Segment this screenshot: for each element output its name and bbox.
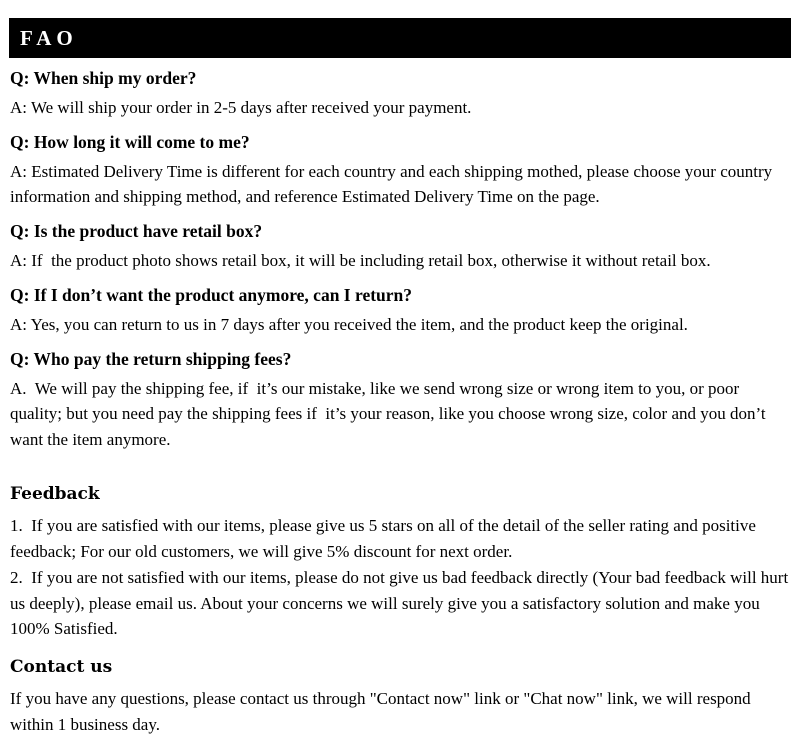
faq-question: Q: Is the product have retail box? (10, 221, 263, 242)
feedback-heading: Feedback (10, 484, 100, 505)
feedback-paragraph: 2. If you are not satisfied with our ite… (10, 567, 793, 639)
faq-question: Q: How long it will come to me? (10, 131, 250, 152)
faq-answer: A: If the product photo shows retail box… (10, 251, 711, 271)
contact-paragraph: If you have any questions, please contac… (10, 689, 755, 735)
faq-item: Q: How long it will come to me? A: Estim… (10, 130, 790, 211)
contact-heading: Contact us (10, 657, 113, 678)
feedback-paragraph: 1. If you are satisfied with our items, … (10, 516, 761, 561)
contact-section: Contact us If you have any questions, pl… (10, 656, 790, 738)
faq-content: Q: When ship my order? A: We will ship y… (0, 66, 800, 738)
faq-page: FAO Q: When ship my order? A: We will sh… (0, 0, 800, 734)
faq-answer: A. We will pay the shipping fee, if it’s… (10, 378, 770, 450)
faq-header-bar: FAO (9, 18, 791, 58)
faq-answer: A: We will ship your order in 2-5 days a… (10, 97, 472, 117)
faq-answer: A: Yes, you can return to us in 7 days a… (10, 314, 688, 334)
feedback-section: Feedback 1. If you are satisfied with ou… (10, 483, 790, 642)
faq-question: Q: Who pay the return shipping fees? (10, 348, 292, 369)
faq-question: Q: When ship my order? (10, 68, 197, 88)
faq-item: Q: Is the product have retail box? A: If… (10, 219, 790, 274)
faq-item: Q: If I don’t want the product anymore, … (10, 283, 790, 338)
faq-item: Q: When ship my order? A: We will ship y… (10, 66, 790, 121)
page-title: FAO (20, 25, 78, 50)
faq-question: Q: If I don’t want the product anymore, … (10, 284, 413, 305)
faq-answer: A: Estimated Delivery Time is different … (10, 161, 777, 207)
faq-item: Q: Who pay the return shipping fees? A. … (10, 347, 790, 453)
